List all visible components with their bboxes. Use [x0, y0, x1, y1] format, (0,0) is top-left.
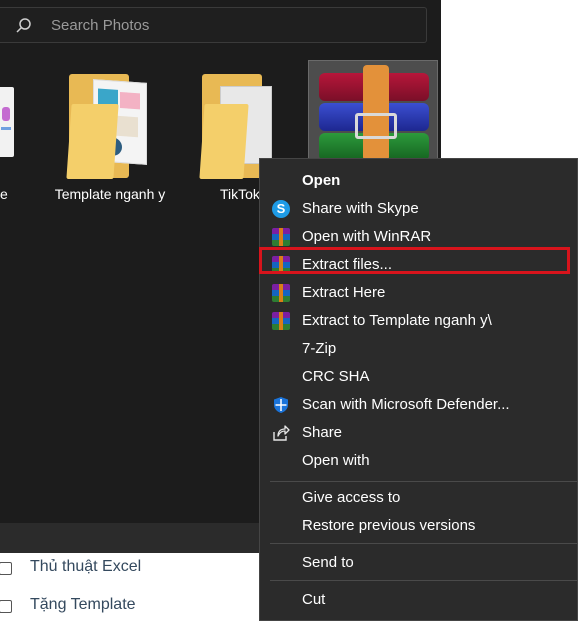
menu-item-label: Cut [302, 591, 326, 608]
menu-item-label: Open with [302, 452, 370, 469]
winrar-icon [272, 284, 290, 302]
search-box[interactable]: Search Photos [0, 7, 427, 43]
category-item-thu-thuat-excel[interactable]: Thủ thuật Excel [0, 558, 200, 580]
context-menu: Open S Share with Skype Open with WinRAR… [259, 158, 578, 621]
file-name: e [0, 186, 8, 202]
folder-icon [66, 74, 149, 180]
menu-item-open[interactable]: Open [260, 167, 577, 195]
menu-item-open-with[interactable]: Open with [260, 447, 577, 475]
winrar-icon [272, 312, 290, 330]
menu-item-label: Send to [302, 554, 354, 571]
search-input[interactable]: Search Photos [51, 17, 149, 34]
category-label: Thủ thuật Excel [30, 558, 142, 575]
menu-item-label: Extract to Template nganh y\ [302, 312, 492, 329]
menu-item-label: Open with WinRAR [302, 228, 432, 245]
menu-item-give-access-to[interactable]: Give access to [260, 484, 577, 512]
menu-item-label: Share [302, 424, 343, 441]
menu-separator [270, 543, 577, 544]
menu-item-extract-to-folder[interactable]: Extract to Template nganh y\ [260, 307, 577, 335]
menu-item-scan-defender[interactable]: Scan with Microsoft Defender... [260, 391, 577, 419]
menu-item-label: 7-Zip [302, 340, 337, 357]
folder-item-template-nganh-y[interactable]: Template nganh y [50, 74, 170, 229]
checkbox[interactable] [0, 562, 12, 575]
file-name: Template nganh y [54, 186, 166, 202]
menu-item-label: Restore previous versions [302, 517, 476, 534]
winrar-archive-icon [319, 65, 429, 161]
highlight-box [259, 247, 570, 274]
checkbox[interactable] [0, 600, 12, 613]
menu-item-restore-previous-versions[interactable]: Restore previous versions [260, 512, 577, 540]
menu-item-send-to[interactable]: Send to [260, 549, 577, 577]
category-item-tang-template[interactable]: Tặng Template [0, 596, 200, 618]
menu-item-share-with-skype[interactable]: S Share with Skype [260, 195, 577, 223]
menu-item-cut[interactable]: Cut [260, 586, 577, 614]
menu-item-label: Extract Here [302, 284, 386, 301]
menu-item-extract-here[interactable]: Extract Here [260, 279, 577, 307]
menu-item-7-zip[interactable]: 7-Zip [260, 335, 577, 363]
menu-separator [270, 481, 577, 482]
archive-item-selected[interactable] [308, 60, 438, 161]
menu-item-share[interactable]: Share [260, 419, 577, 447]
menu-item-label: CRC SHA [302, 368, 370, 385]
menu-item-crc-sha[interactable]: CRC SHA [260, 363, 577, 391]
menu-item-label: Give access to [302, 489, 401, 506]
menu-separator [270, 580, 577, 581]
file-thumbnail [0, 87, 14, 157]
menu-item-label: Open [302, 172, 341, 189]
defender-shield-icon [274, 397, 288, 413]
skype-icon: S [272, 200, 290, 218]
search-icon [16, 18, 31, 33]
winrar-icon [272, 228, 290, 246]
menu-item-label: Share with Skype [302, 200, 419, 217]
share-icon [273, 425, 290, 441]
file-item[interactable]: e [0, 75, 20, 202]
category-label: Tặng Template [30, 596, 136, 613]
menu-item-label: Scan with Microsoft Defender... [302, 396, 510, 413]
